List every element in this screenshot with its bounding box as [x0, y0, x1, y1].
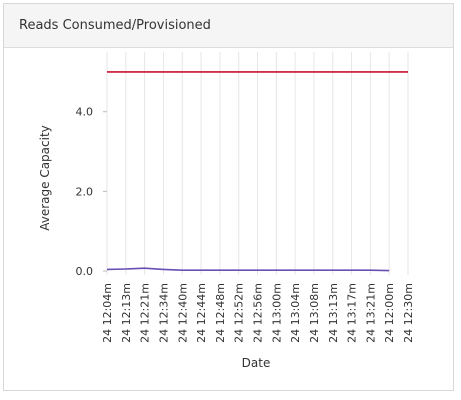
- chart-axes: 0.0 2.0 4.0 24 12:04m 24 12:13m 24 12:21m 24 1…: [76, 106, 416, 343]
- x-tick-label: 24 12:56m: [252, 283, 265, 343]
- x-tick-label: 24 13:13m: [327, 283, 340, 343]
- x-tick-label: 24 12:44m: [195, 283, 208, 343]
- x-tick-label: 24 12:00m: [383, 283, 396, 343]
- y-tick-label: 4.0: [76, 106, 94, 119]
- x-tick-label: 24 12:13m: [120, 283, 133, 343]
- x-axis-label: Date: [242, 356, 271, 370]
- x-tick-label: 24 12:52m: [233, 283, 246, 343]
- x-tick-label: 24 12:21m: [139, 283, 152, 343]
- y-tick-label: 0.0: [76, 265, 94, 278]
- x-tick-label: 24 13:17m: [346, 283, 359, 343]
- capacity-chart: 0.0 2.0 4.0 24 12:04m 24 12:13m 24 12:21m 24 1…: [38, 52, 416, 370]
- y-tick-label: 2.0: [76, 185, 94, 198]
- x-tick-label: 24 12:34m: [157, 283, 170, 343]
- x-tick-label: 24 12:04m: [101, 283, 114, 343]
- x-tick-label: 24 13:04m: [289, 283, 302, 343]
- x-tick-label: 24 13:00m: [270, 283, 283, 343]
- x-tick-label: 24 13:08m: [308, 283, 321, 343]
- chart-grid: [106, 52, 409, 275]
- y-axis-label: Average Capacity: [38, 125, 52, 231]
- x-tick-label: 24 12:30m: [402, 283, 415, 343]
- x-tick-label: 24 13:21m: [364, 283, 377, 343]
- x-tick-label: 24 12:40m: [176, 283, 189, 343]
- x-tick-label: 24 12:48m: [214, 283, 227, 343]
- series-line-1: [106, 267, 390, 272]
